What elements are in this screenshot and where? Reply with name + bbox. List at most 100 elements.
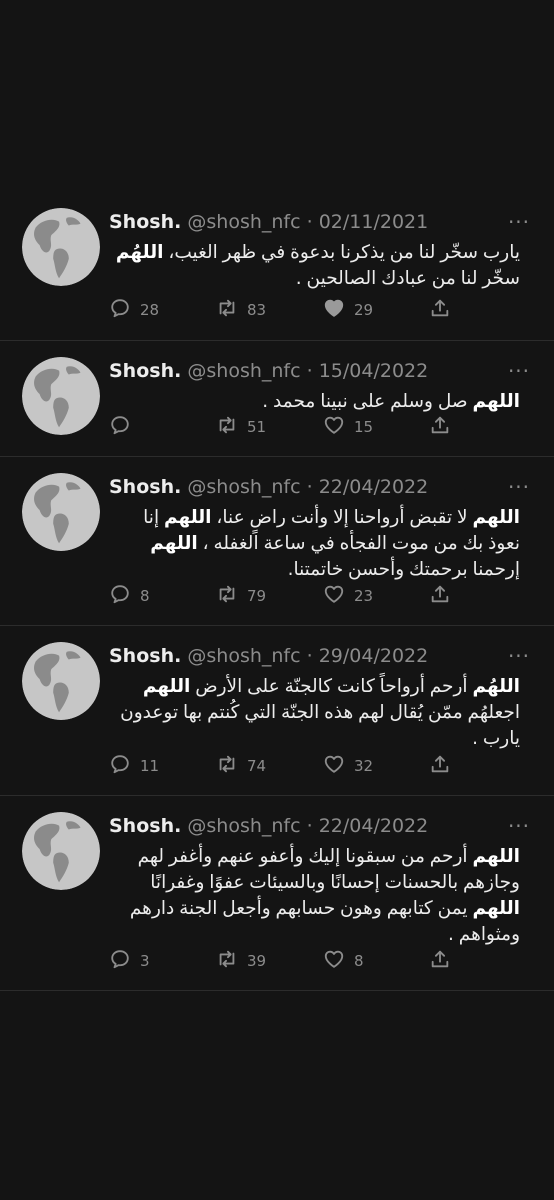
- heart-icon: [323, 583, 354, 609]
- more-icon[interactable]: ···: [504, 208, 534, 236]
- like-button[interactable]: 8: [323, 946, 364, 976]
- tweet[interactable]: Shosh. @shosh_nfc · 29/04/2022 ··· اللهُ…: [0, 625, 554, 795]
- like-button[interactable]: 23: [323, 581, 373, 611]
- text-segment-bold: اللهم: [472, 846, 520, 867]
- reply-count: 8: [140, 587, 150, 605]
- reply-count: 28: [140, 301, 160, 319]
- heart-icon: [323, 414, 354, 440]
- text-segment-bold: اللهم: [472, 898, 520, 919]
- globe-icon[interactable]: [22, 473, 100, 551]
- meta-separator: ·: [306, 476, 313, 498]
- retweet-button[interactable]: 83: [216, 295, 266, 325]
- tweet-date[interactable]: 15/04/2022: [319, 360, 429, 382]
- tweet[interactable]: Shosh. @shosh_nfc · 22/04/2022 ··· اللهم…: [0, 456, 554, 625]
- share-button[interactable]: [429, 412, 460, 442]
- retweet-icon: [216, 948, 247, 974]
- share-button[interactable]: [429, 295, 460, 325]
- text-segment-bold: اللهم: [150, 533, 198, 554]
- tweet[interactable]: Shosh. @shosh_nfc · 15/04/2022 ··· اللهم…: [0, 340, 554, 456]
- globe-icon[interactable]: [22, 208, 100, 286]
- heart-icon: [323, 297, 354, 323]
- text-segment: اجعلهُم ممّن يُقال لهم هذه الجنّة التي ك…: [120, 702, 520, 749]
- like-button[interactable]: 15: [323, 412, 373, 442]
- text-segment-bold: اللهم: [163, 507, 212, 528]
- display-name[interactable]: Shosh.: [109, 360, 181, 382]
- share-button[interactable]: [429, 751, 460, 781]
- retweet-button[interactable]: 79: [216, 581, 266, 611]
- user-handle[interactable]: @shosh_nfc: [187, 360, 300, 382]
- tweet-date[interactable]: 29/04/2022: [319, 645, 429, 667]
- like-count: 23: [354, 587, 374, 605]
- display-name[interactable]: Shosh.: [109, 815, 181, 837]
- user-handle[interactable]: @shosh_nfc: [187, 211, 300, 233]
- retweet-count: 79: [247, 587, 267, 605]
- reply-count: 3: [140, 952, 150, 970]
- retweet-icon: [216, 753, 247, 779]
- reply-button[interactable]: 8: [109, 581, 150, 611]
- like-count: 29: [354, 301, 374, 319]
- retweet-count: 39: [247, 952, 267, 970]
- text-segment-bold: اللهُم: [472, 676, 520, 697]
- globe-icon[interactable]: [22, 357, 100, 435]
- globe-icon[interactable]: [22, 812, 100, 890]
- share-button[interactable]: [429, 946, 460, 976]
- retweet-icon: [216, 414, 247, 440]
- tweet-date[interactable]: 22/04/2022: [319, 476, 429, 498]
- tweet-actions: 28 83 29: [109, 295, 449, 325]
- meta-separator: ·: [306, 645, 313, 667]
- tweet-text: اللهم أرحم من سبقونا إليك وأعفو عنهم وأغ…: [109, 844, 520, 948]
- retweet-count: 83: [247, 301, 267, 319]
- reply-icon: [109, 583, 140, 609]
- retweet-count: 74: [247, 757, 267, 775]
- text-segment-bold: اللهُم: [115, 242, 164, 263]
- tweet[interactable]: Shosh. @shosh_nfc · 22/04/2022 ··· اللهم…: [0, 795, 554, 991]
- reply-button[interactable]: 3: [109, 946, 150, 976]
- tweet-text: اللهُم أرحم أرواحاً كانت كالجنّة على الأ…: [109, 674, 520, 752]
- heart-icon: [323, 753, 354, 779]
- reply-button[interactable]: 11: [109, 751, 159, 781]
- reply-icon: [109, 297, 140, 323]
- retweet-button[interactable]: 39: [216, 946, 266, 976]
- display-name[interactable]: Shosh.: [109, 211, 181, 233]
- tweet-date[interactable]: 02/11/2021: [319, 211, 429, 233]
- globe-icon[interactable]: [22, 642, 100, 720]
- like-count: 32: [354, 757, 374, 775]
- retweet-button[interactable]: 51: [216, 412, 266, 442]
- text-segment: أرحم أرواحاً كانت كالجنّة على الأرض: [190, 676, 473, 697]
- user-handle[interactable]: @shosh_nfc: [187, 815, 300, 837]
- tweet-feed: Shosh. @shosh_nfc · 02/11/2021 ··· يارب …: [0, 192, 554, 991]
- like-count: 15: [354, 418, 374, 436]
- share-button[interactable]: [429, 581, 460, 611]
- text-segment: صل وسلم على نبينا محمد .: [262, 391, 473, 412]
- tweet-actions: 11 74 32: [109, 751, 449, 781]
- text-segment-bold: اللهم: [472, 391, 520, 412]
- more-icon[interactable]: ···: [504, 473, 534, 501]
- tweet-actions: 8 79 23: [109, 581, 449, 611]
- display-name[interactable]: Shosh.: [109, 476, 181, 498]
- text-segment: لا تقبض أرواحنا إلا وأنت راضٍ عنا،: [211, 507, 473, 528]
- like-button[interactable]: 29: [323, 295, 373, 325]
- more-icon[interactable]: ···: [504, 812, 534, 840]
- like-button[interactable]: 32: [323, 751, 373, 781]
- reply-button[interactable]: 28: [109, 295, 159, 325]
- text-segment: إرحمنا برحمتك وأحسن خاتمتنا.: [287, 559, 520, 580]
- meta-separator: ·: [306, 360, 313, 382]
- more-icon[interactable]: ···: [504, 642, 534, 670]
- retweet-button[interactable]: 74: [216, 751, 266, 781]
- retweet-icon: [216, 583, 247, 609]
- text-segment: يارب سخّر لنا من يذكرنا بدعوة في ظهر الغ…: [163, 242, 520, 263]
- share-icon: [429, 753, 460, 779]
- text-segment: يمن كتابهم وهون حسابهم وأجعل الجنة دارهم…: [129, 898, 520, 945]
- retweet-count: 51: [247, 418, 267, 436]
- display-name[interactable]: Shosh.: [109, 645, 181, 667]
- reply-count: 11: [140, 757, 160, 775]
- tweet-actions: 51 15: [109, 412, 449, 442]
- tweet[interactable]: Shosh. @shosh_nfc · 02/11/2021 ··· يارب …: [0, 192, 554, 340]
- user-handle[interactable]: @shosh_nfc: [187, 645, 300, 667]
- tweet-date[interactable]: 22/04/2022: [319, 815, 429, 837]
- more-icon[interactable]: ···: [504, 357, 534, 385]
- share-icon: [429, 414, 460, 440]
- user-handle[interactable]: @shosh_nfc: [187, 476, 300, 498]
- share-icon: [429, 948, 460, 974]
- reply-button[interactable]: [109, 412, 140, 442]
